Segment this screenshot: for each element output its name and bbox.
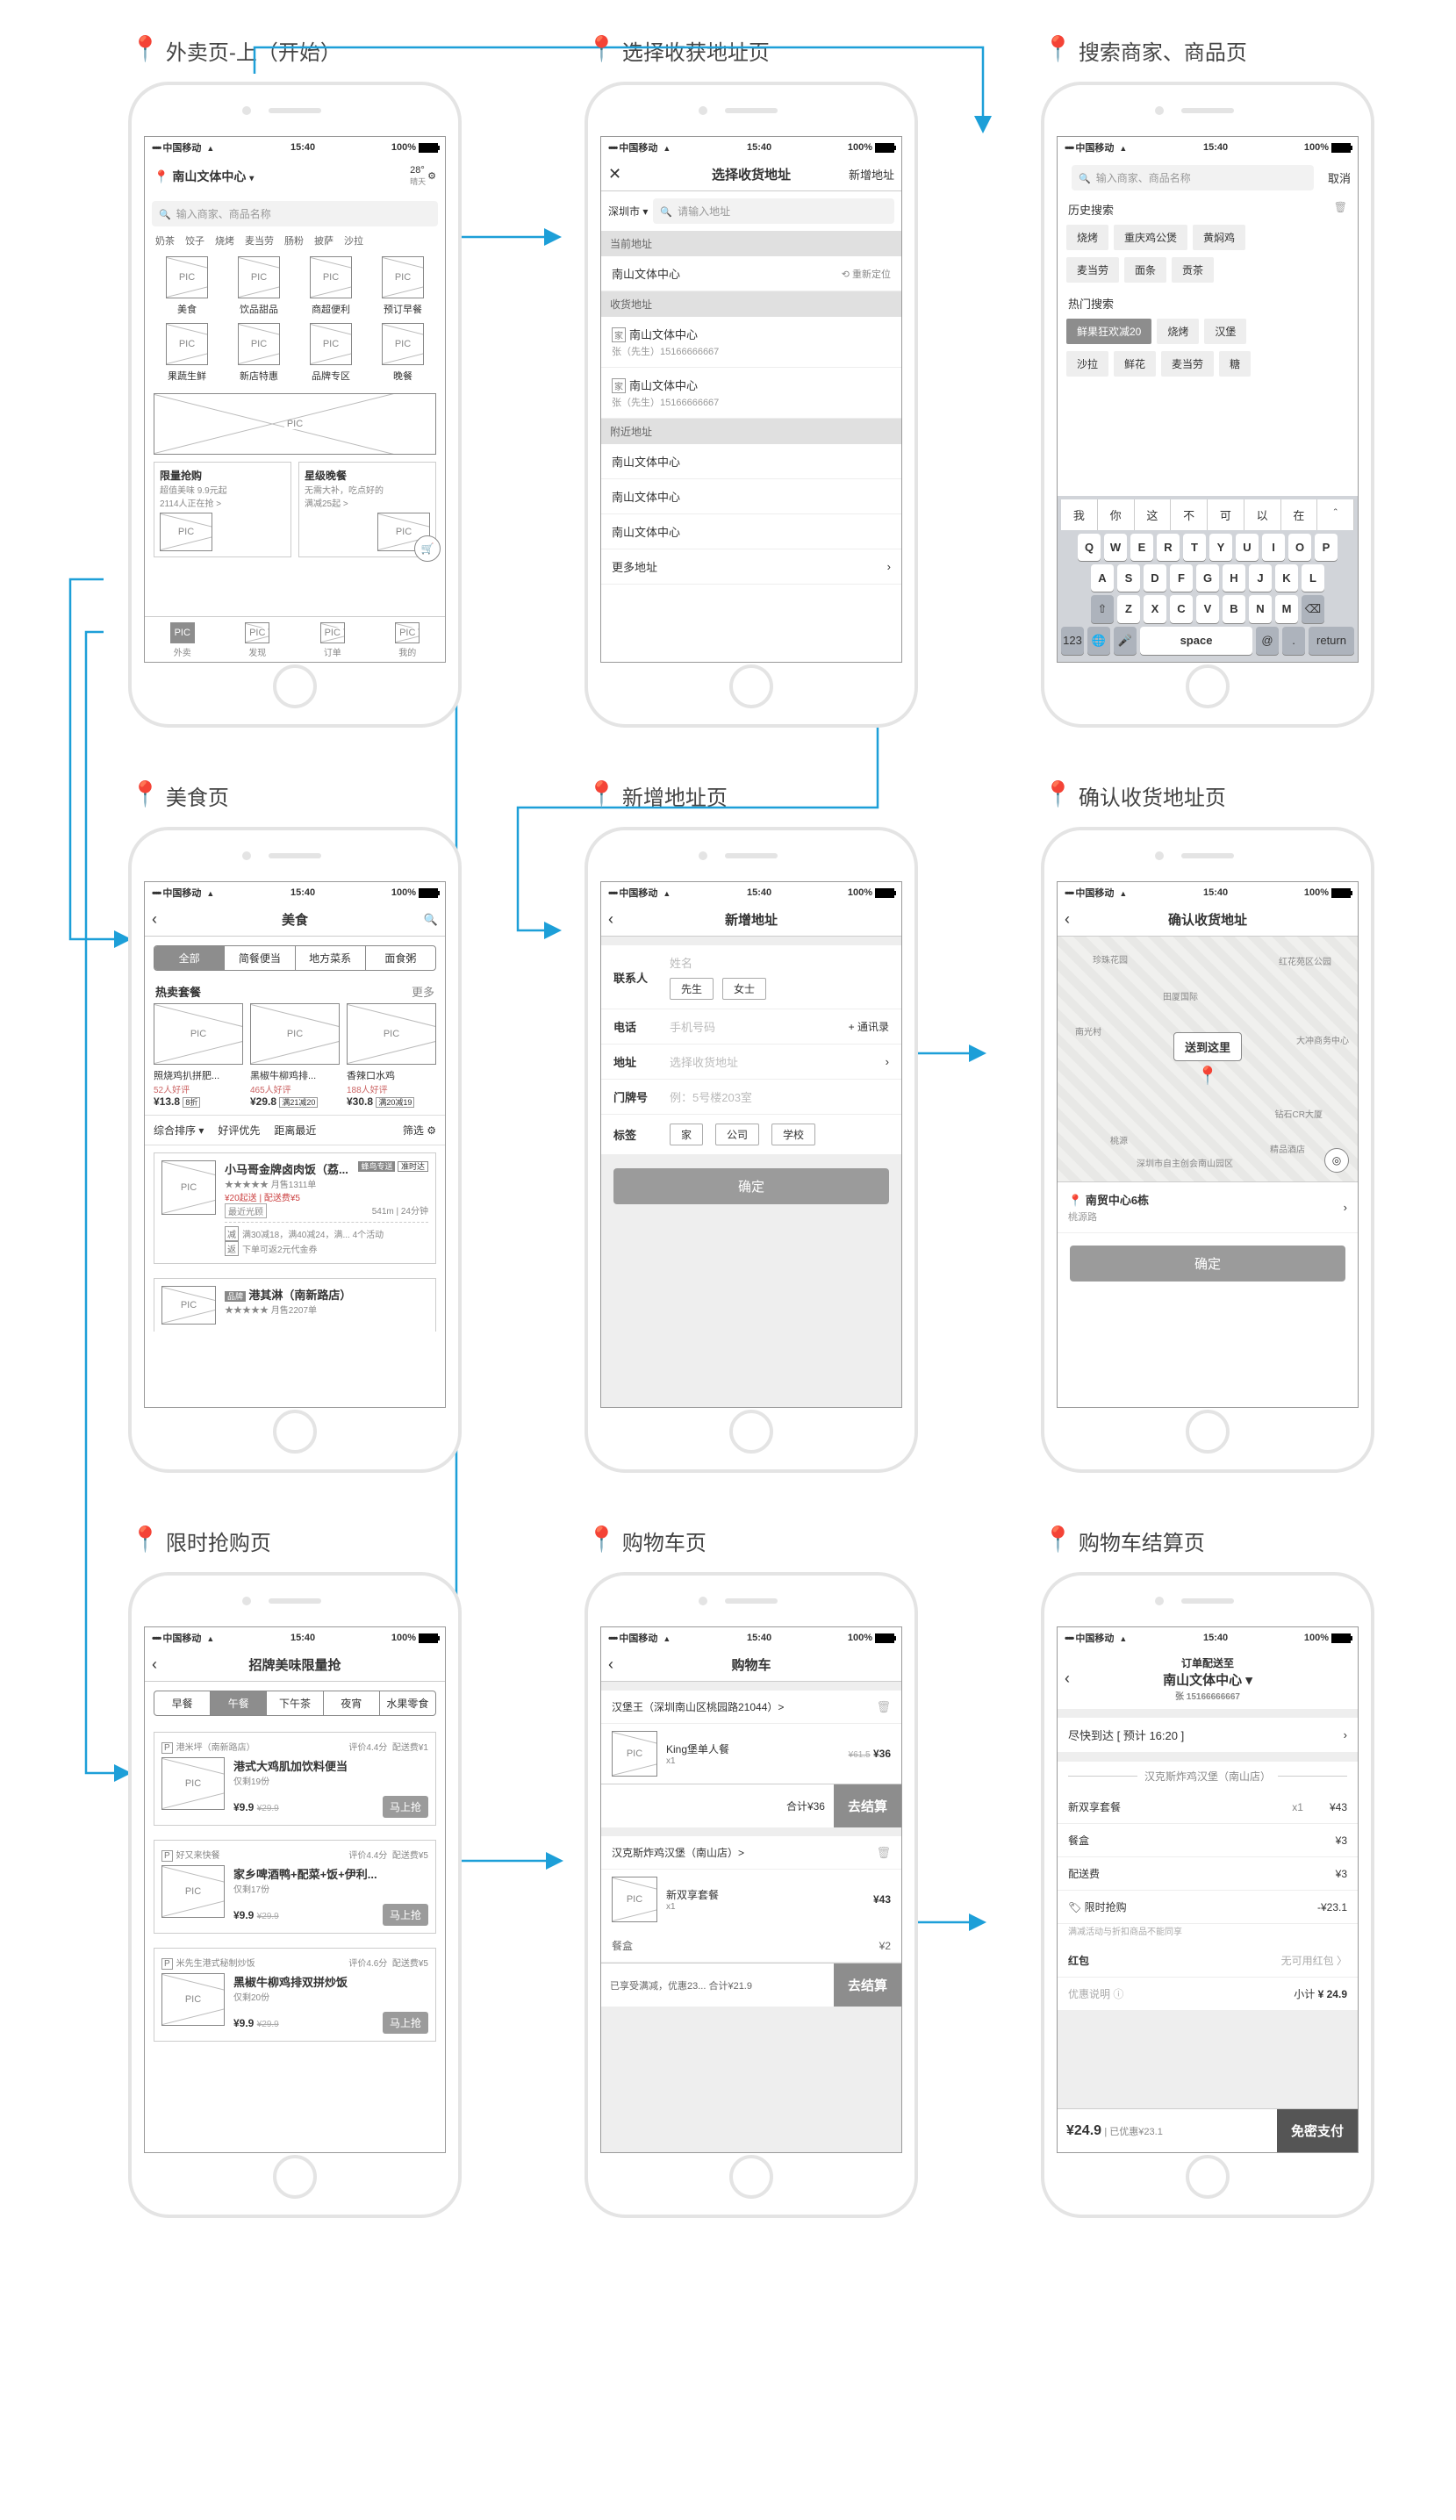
screen-address: 📍选择收获地址页 中国移动 15:40100% ✕选择收货地址新增地址 深圳市 …: [562, 35, 939, 728]
screen-confirm-address: 📍确认收货地址页 中国移动 15:40100% ‹确认收货地址 珍珠花园 田厦国…: [1018, 780, 1395, 1473]
close-icon[interactable]: ✕: [608, 165, 621, 183]
keyboard[interactable]: 我你这不可以在＾ QWERTYUIOP ASDFGHJKL ⇧ZXCVBNM⌫ …: [1058, 496, 1358, 662]
map[interactable]: 珍珠花园 田厦国际 红花苑区公园 大冲商务中心 南光村 钻石CR大厦 桃源 深圳…: [1058, 937, 1358, 1182]
confirm-button[interactable]: 确定: [613, 1168, 889, 1204]
city-picker[interactable]: 深圳市 ▾: [608, 204, 648, 219]
back-icon[interactable]: ‹: [1065, 910, 1070, 929]
more-addresses[interactable]: 更多地址›: [601, 549, 901, 585]
address-search[interactable]: 请输入地址: [653, 198, 894, 224]
checkout-button[interactable]: 去结算: [834, 1784, 901, 1827]
weather[interactable]: 28°晴天 ⚙: [410, 165, 436, 187]
screen-search: 📍搜索商家、商品页 中国移动 15:40100% 输入商家、商品名称 取消 历史…: [1018, 35, 1395, 728]
add-address-link[interactable]: 新增地址: [849, 166, 894, 183]
time-segment: 早餐午餐下午茶夜宵水果零食: [154, 1691, 436, 1716]
back-icon[interactable]: ‹: [1065, 1669, 1070, 1688]
trash-icon[interactable]: 🗑: [876, 1846, 891, 1860]
screen-food: 📍美食页 中国移动 15:40100% ‹美食🔍 全部简餐便当地方菜系面食粥 热…: [105, 780, 483, 1473]
flash-item[interactable]: P好又来快餐评价4.4分 配送费¥5 PIC 家乡啤酒鸭+配菜+饭+伊利...仅…: [154, 1840, 436, 1934]
checkout-button[interactable]: 去结算: [834, 1964, 901, 2007]
locate-button[interactable]: ◎: [1324, 1148, 1349, 1173]
shop-card[interactable]: PIC 小马哥金牌卤肉饭（荔...蜂鸟专送 准时达 ★★★★★ 月售1311单 …: [154, 1152, 436, 1264]
category-segment: 全部简餐便当地方菜系面食粥: [154, 945, 436, 971]
location-picker[interactable]: 📍 南山文体中心 ▾: [154, 168, 254, 185]
screen-home: 📍外卖页-上（开始） 中国移动 15:40 100% 📍 南山文体中心 ▾ 28…: [105, 35, 483, 728]
trash-icon[interactable]: 🗑: [876, 1700, 891, 1714]
address-picker[interactable]: 地址选择收货地址›: [601, 1045, 901, 1080]
flash-item[interactable]: P港米坪（南新路店）评价4.4分 配送费¥1 PIC 港式大鸡肌加饮料便当仅剩1…: [154, 1732, 436, 1826]
search-icon[interactable]: 🔍: [424, 913, 438, 927]
banner[interactable]: PIC: [154, 393, 436, 455]
flash-sale-card[interactable]: 限量抢购 超值美味 9.9元起 2114人正在抢 > PIC: [154, 462, 291, 557]
category-grid: PIC美食 PIC饮品甜品 PIC商超便利 PIC预订早餐 PIC果蔬生鲜 PI…: [145, 253, 445, 386]
back-icon[interactable]: ‹: [608, 910, 613, 929]
tab-bar: PIC外卖 PIC发现 PIC订单 PIC我的: [145, 616, 445, 662]
saved-address-item[interactable]: 家南山文体中心张（先生）15166666667: [601, 368, 901, 419]
grab-button[interactable]: 马上抢: [383, 1796, 428, 1818]
eta-picker[interactable]: 尽快到达 [ 预计 16:20 ]›: [1058, 1718, 1358, 1753]
pin-icon: 📍: [130, 34, 161, 63]
saved-address-item[interactable]: 家南山文体中心张（先生）15166666667: [601, 317, 901, 368]
back-icon[interactable]: ‹: [152, 1655, 157, 1674]
pay-button[interactable]: 免密支付: [1277, 2109, 1358, 2152]
star-dinner-card[interactable]: 星级晚餐 无需大补，吃点好的 满减25起 > PIC 🛒: [298, 462, 436, 557]
back-icon[interactable]: ‹: [608, 1655, 613, 1674]
screen-cart: 📍购物车页 中国移动 15:40100% ‹购物车 汉堡王（深圳南山区桃园路21…: [562, 1526, 939, 2218]
search-input[interactable]: 输入商家、商品名称: [1072, 165, 1314, 190]
cart-fab[interactable]: 🛒: [414, 535, 441, 562]
back-icon[interactable]: ‹: [152, 910, 157, 929]
page-title: 选择收货地址: [712, 165, 791, 183]
cancel-button[interactable]: 取消: [1328, 169, 1351, 186]
flash-item[interactable]: P米先生港式秘制炒饭评价4.6分 配送费¥5 PIC 黑椒牛柳鸡排双拼炒饭仅剩2…: [154, 1948, 436, 2042]
relocate-button[interactable]: ⟲ 重新定位: [842, 267, 891, 281]
screen-flash-sale: 📍限时抢购页 中国移动 15:40100% ‹招牌美味限量抢 早餐午餐下午茶夜宵…: [105, 1526, 483, 2218]
screen-add-address: 📍新增地址页 中国移动 15:40100% ‹新增地址 联系人 姓名 先生女士 …: [562, 780, 939, 1473]
confirm-button[interactable]: 确定: [1070, 1246, 1345, 1282]
shop-filter: 综合排序好评优先距离最近筛选 ⚙: [145, 1115, 445, 1145]
search-input[interactable]: 输入商家、商品名称: [152, 201, 438, 226]
status-bar: 中国移动 15:40 100%: [145, 137, 445, 158]
shop-card[interactable]: PIC 品牌 港其淋（南新路店） ★★★★★ 月售2207单: [154, 1278, 436, 1332]
trash-icon[interactable]: 🗑: [1334, 201, 1347, 218]
screen-checkout: 📍购物车结算页 中国移动 15:40100% ‹ 订单配送至南山文体中心 ▾张 …: [1018, 1526, 1395, 2218]
coupon-row[interactable]: 红包无可用红包 〉: [1058, 1944, 1358, 1978]
